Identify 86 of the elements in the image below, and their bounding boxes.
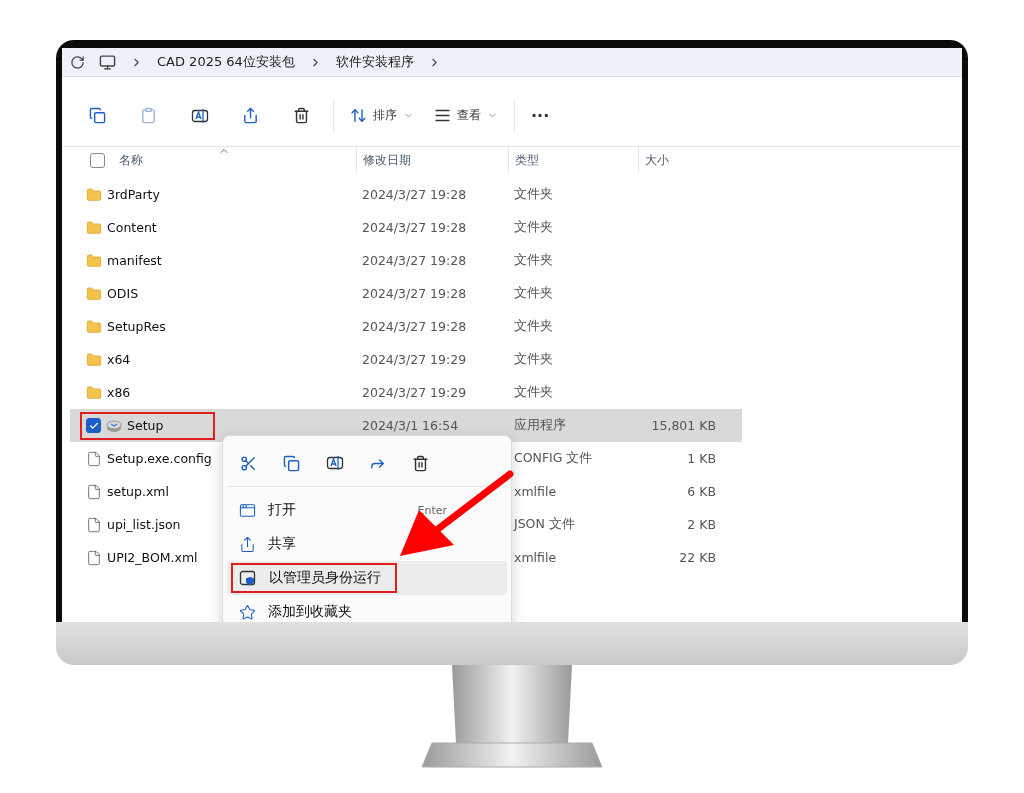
sort-button[interactable]: 排序 [340,97,424,134]
menu-label: 共享 [268,535,296,553]
menu-label: 添加到收藏夹 [268,603,352,621]
type-cell-text: CONFIG 文件 [513,450,594,467]
type-cell-text: 文件夹 [513,219,554,236]
menu-label: 打开 [268,501,296,519]
breadcrumb[interactable]: CAD 2025 64位安装包 [157,53,295,71]
type-cell-text: 文件夹 [513,186,554,203]
file-name[interactable]: manifest [107,253,162,268]
file-name[interactable]: x64 [107,352,131,367]
star-icon [239,603,256,621]
trash-icon [293,107,310,124]
refresh-icon [70,54,85,70]
share-icon [239,535,256,553]
folder-icon [86,252,102,269]
size-cell-text: 2 KB [686,517,717,532]
date-cell-text: 2024/3/27 19:28 [361,253,468,268]
file-icon [86,450,102,467]
size-cell-text: 6 KB [686,484,717,499]
file-name[interactable]: x86 [107,385,131,400]
clipboard-icon [140,107,157,124]
sort-icon [350,107,367,124]
date-cell-text: 2024/3/27 19:28 [361,187,468,202]
rename-icon [325,454,344,472]
folder-icon [86,285,102,302]
type-cell-text: 文件夹 [513,318,554,335]
size-cell-text: 15,801 KB [650,418,717,433]
breadcrumb[interactable]: 软件安装程序 [335,53,414,71]
file-name[interactable]: SetupRes [107,319,166,334]
type-cell-text: JSON 文件 [512,516,576,533]
date-cell-text: 2024/3/27 19:29 [361,352,468,367]
view-button[interactable]: 查看 [424,97,508,134]
type-cell-text: 文件夹 [513,252,554,269]
row-checkbox[interactable] [86,418,101,433]
type-cell-text: 文件夹 [513,384,554,401]
menu-item[interactable]: 以管理员身份运行 [227,561,507,595]
file-name[interactable]: Setup.exe.config [107,451,212,466]
shield-window-icon [239,569,257,587]
more-button[interactable]: ··· [521,97,560,134]
type-cell-text: 应用程序 [513,417,567,434]
type-cell-text: xmlfile [513,550,558,565]
column-header[interactable]: 类型 [515,151,539,169]
file-icon [86,483,102,500]
monitor-icon [99,53,116,71]
type-cell-text: xmlfile [513,484,558,499]
file-icon [86,549,102,566]
type-cell-text: 文件夹 [513,285,554,302]
file-name[interactable]: Content [107,220,157,235]
column-header[interactable]: 大小 [645,151,669,169]
column-header[interactable]: 名称 [119,151,143,169]
copy-icon [283,454,300,472]
installer-icon [106,417,122,434]
menu-item[interactable]: 共享 [227,527,507,561]
column-header[interactable]: 修改日期 [363,151,411,169]
date-cell-text: 2024/3/27 19:29 [361,385,468,400]
trash-icon [412,454,429,472]
folder-icon [86,351,102,368]
window-icon [239,501,256,519]
rename-icon [190,106,209,125]
scissors-icon [240,454,257,472]
menu-label: 以管理员身份运行 [269,569,381,587]
date-cell-text: 2024/3/27 19:28 [361,319,468,334]
file-name[interactable]: setup.xml [107,484,169,499]
file-name[interactable]: 3rdParty [107,187,160,202]
check-icon [88,420,99,431]
select-all-checkbox[interactable] [90,152,105,168]
share-icon [242,107,259,124]
file-icon [86,516,102,533]
menu-item[interactable]: 添加到收藏夹 [227,595,507,622]
size-cell-text: 1 KB [686,451,717,466]
folder-icon [86,384,102,401]
copy-icon [89,107,106,124]
file-name[interactable]: upi_list.json [107,517,181,532]
date-cell-text: 2024/3/27 19:28 [361,220,468,235]
selected-row[interactable]: Setup 2024/3/1 16:54 应用程序 15,801 KB [70,409,742,442]
lines-icon [434,107,451,124]
date-cell-text: 2024/3/1 16:54 [361,418,460,433]
size-cell-text: 22 KB [678,550,717,565]
file-name[interactable]: ODIS [107,286,139,301]
type-cell-text: 文件夹 [513,351,554,368]
date-cell-text: 2024/3/27 19:28 [361,286,468,301]
folder-icon [86,219,102,236]
folder-icon [86,186,102,203]
file-name[interactable]: UPI2_BOM.xml [107,550,198,565]
folder-icon [86,318,102,335]
file-name[interactable]: Setup [127,418,164,433]
